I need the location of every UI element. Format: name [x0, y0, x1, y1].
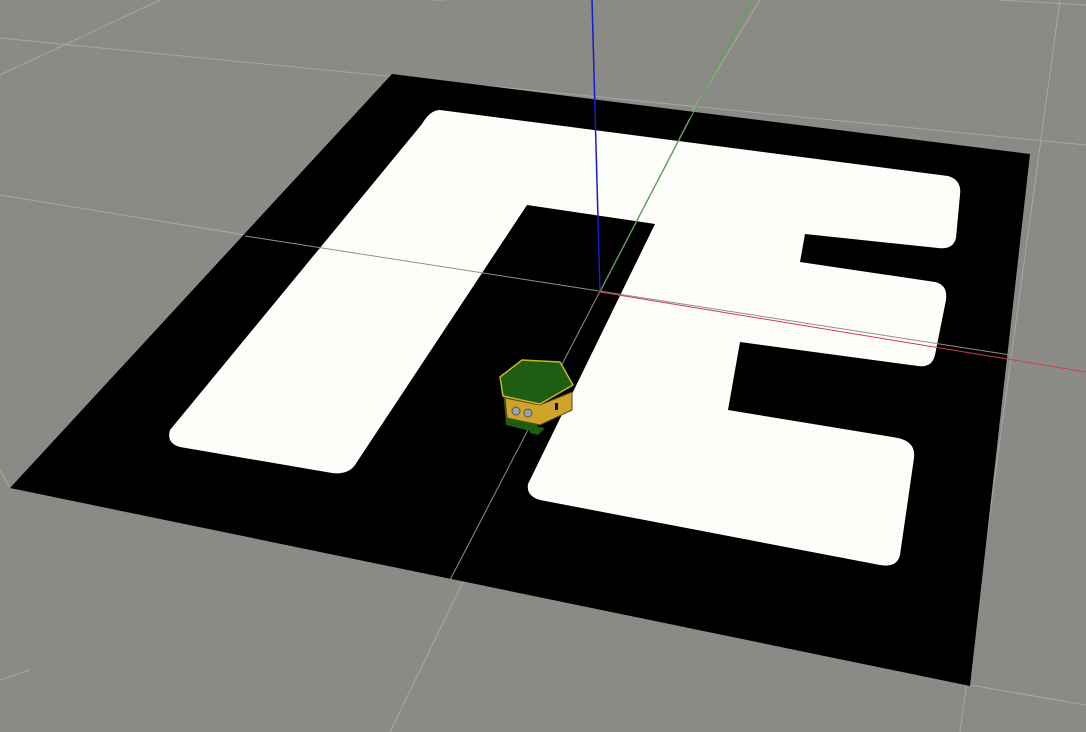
robot-switch — [555, 403, 558, 410]
robot-sensor-right — [523, 408, 533, 418]
robot-sensor-left — [511, 406, 521, 416]
3d-simulation-viewport[interactable] — [0, 0, 1086, 732]
